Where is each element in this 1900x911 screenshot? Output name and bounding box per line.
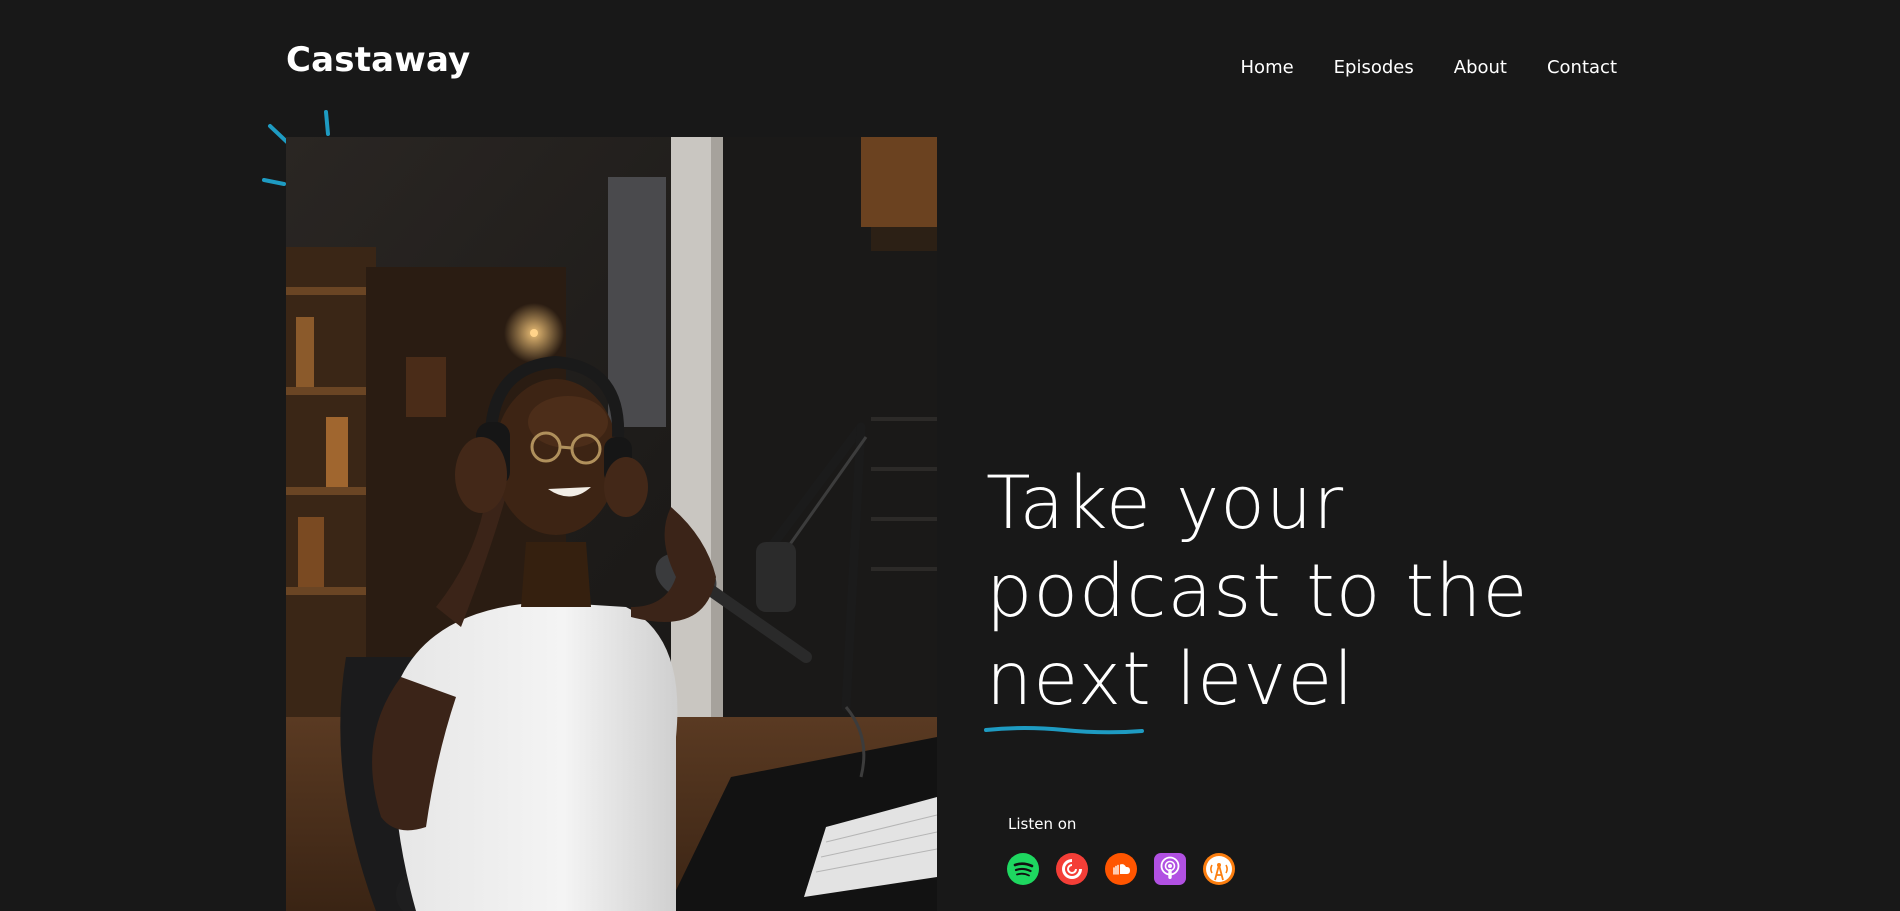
headline-line-3-rest: level <box>1151 637 1355 722</box>
spotify-icon[interactable] <box>1007 853 1039 885</box>
listen-on-label: Listen on <box>1008 815 1077 833</box>
podcaster-illustration <box>286 137 937 911</box>
site-logo[interactable]: Castaway <box>286 40 470 80</box>
nav-contact[interactable]: Contact <box>1547 56 1617 80</box>
hero-photo <box>286 137 937 911</box>
headline-line-1: Take your <box>986 461 1345 546</box>
brush-underline <box>984 726 1144 735</box>
nav-home[interactable]: Home <box>1241 56 1294 80</box>
headline-underlined-word: next <box>984 636 1152 735</box>
soundcloud-icon[interactable] <box>1105 853 1137 885</box>
nav-about[interactable]: About <box>1454 56 1507 80</box>
headline-line-3: next level <box>984 636 1606 735</box>
headline-line-2: podcast to the <box>986 549 1529 634</box>
page: Castaway Home Episodes About Contact Tak… <box>0 0 1900 911</box>
overcast-icon[interactable] <box>1203 853 1235 885</box>
nav-episodes[interactable]: Episodes <box>1334 56 1414 80</box>
hero-headline: Take your podcast to the next level <box>984 460 1606 735</box>
apple-podcasts-icon[interactable] <box>1154 853 1186 885</box>
platform-links <box>1007 853 1235 885</box>
main-nav: Home Episodes About Contact <box>1241 56 1617 80</box>
pocketcasts-icon[interactable] <box>1056 853 1088 885</box>
headline-underlined-text: next <box>986 637 1152 722</box>
